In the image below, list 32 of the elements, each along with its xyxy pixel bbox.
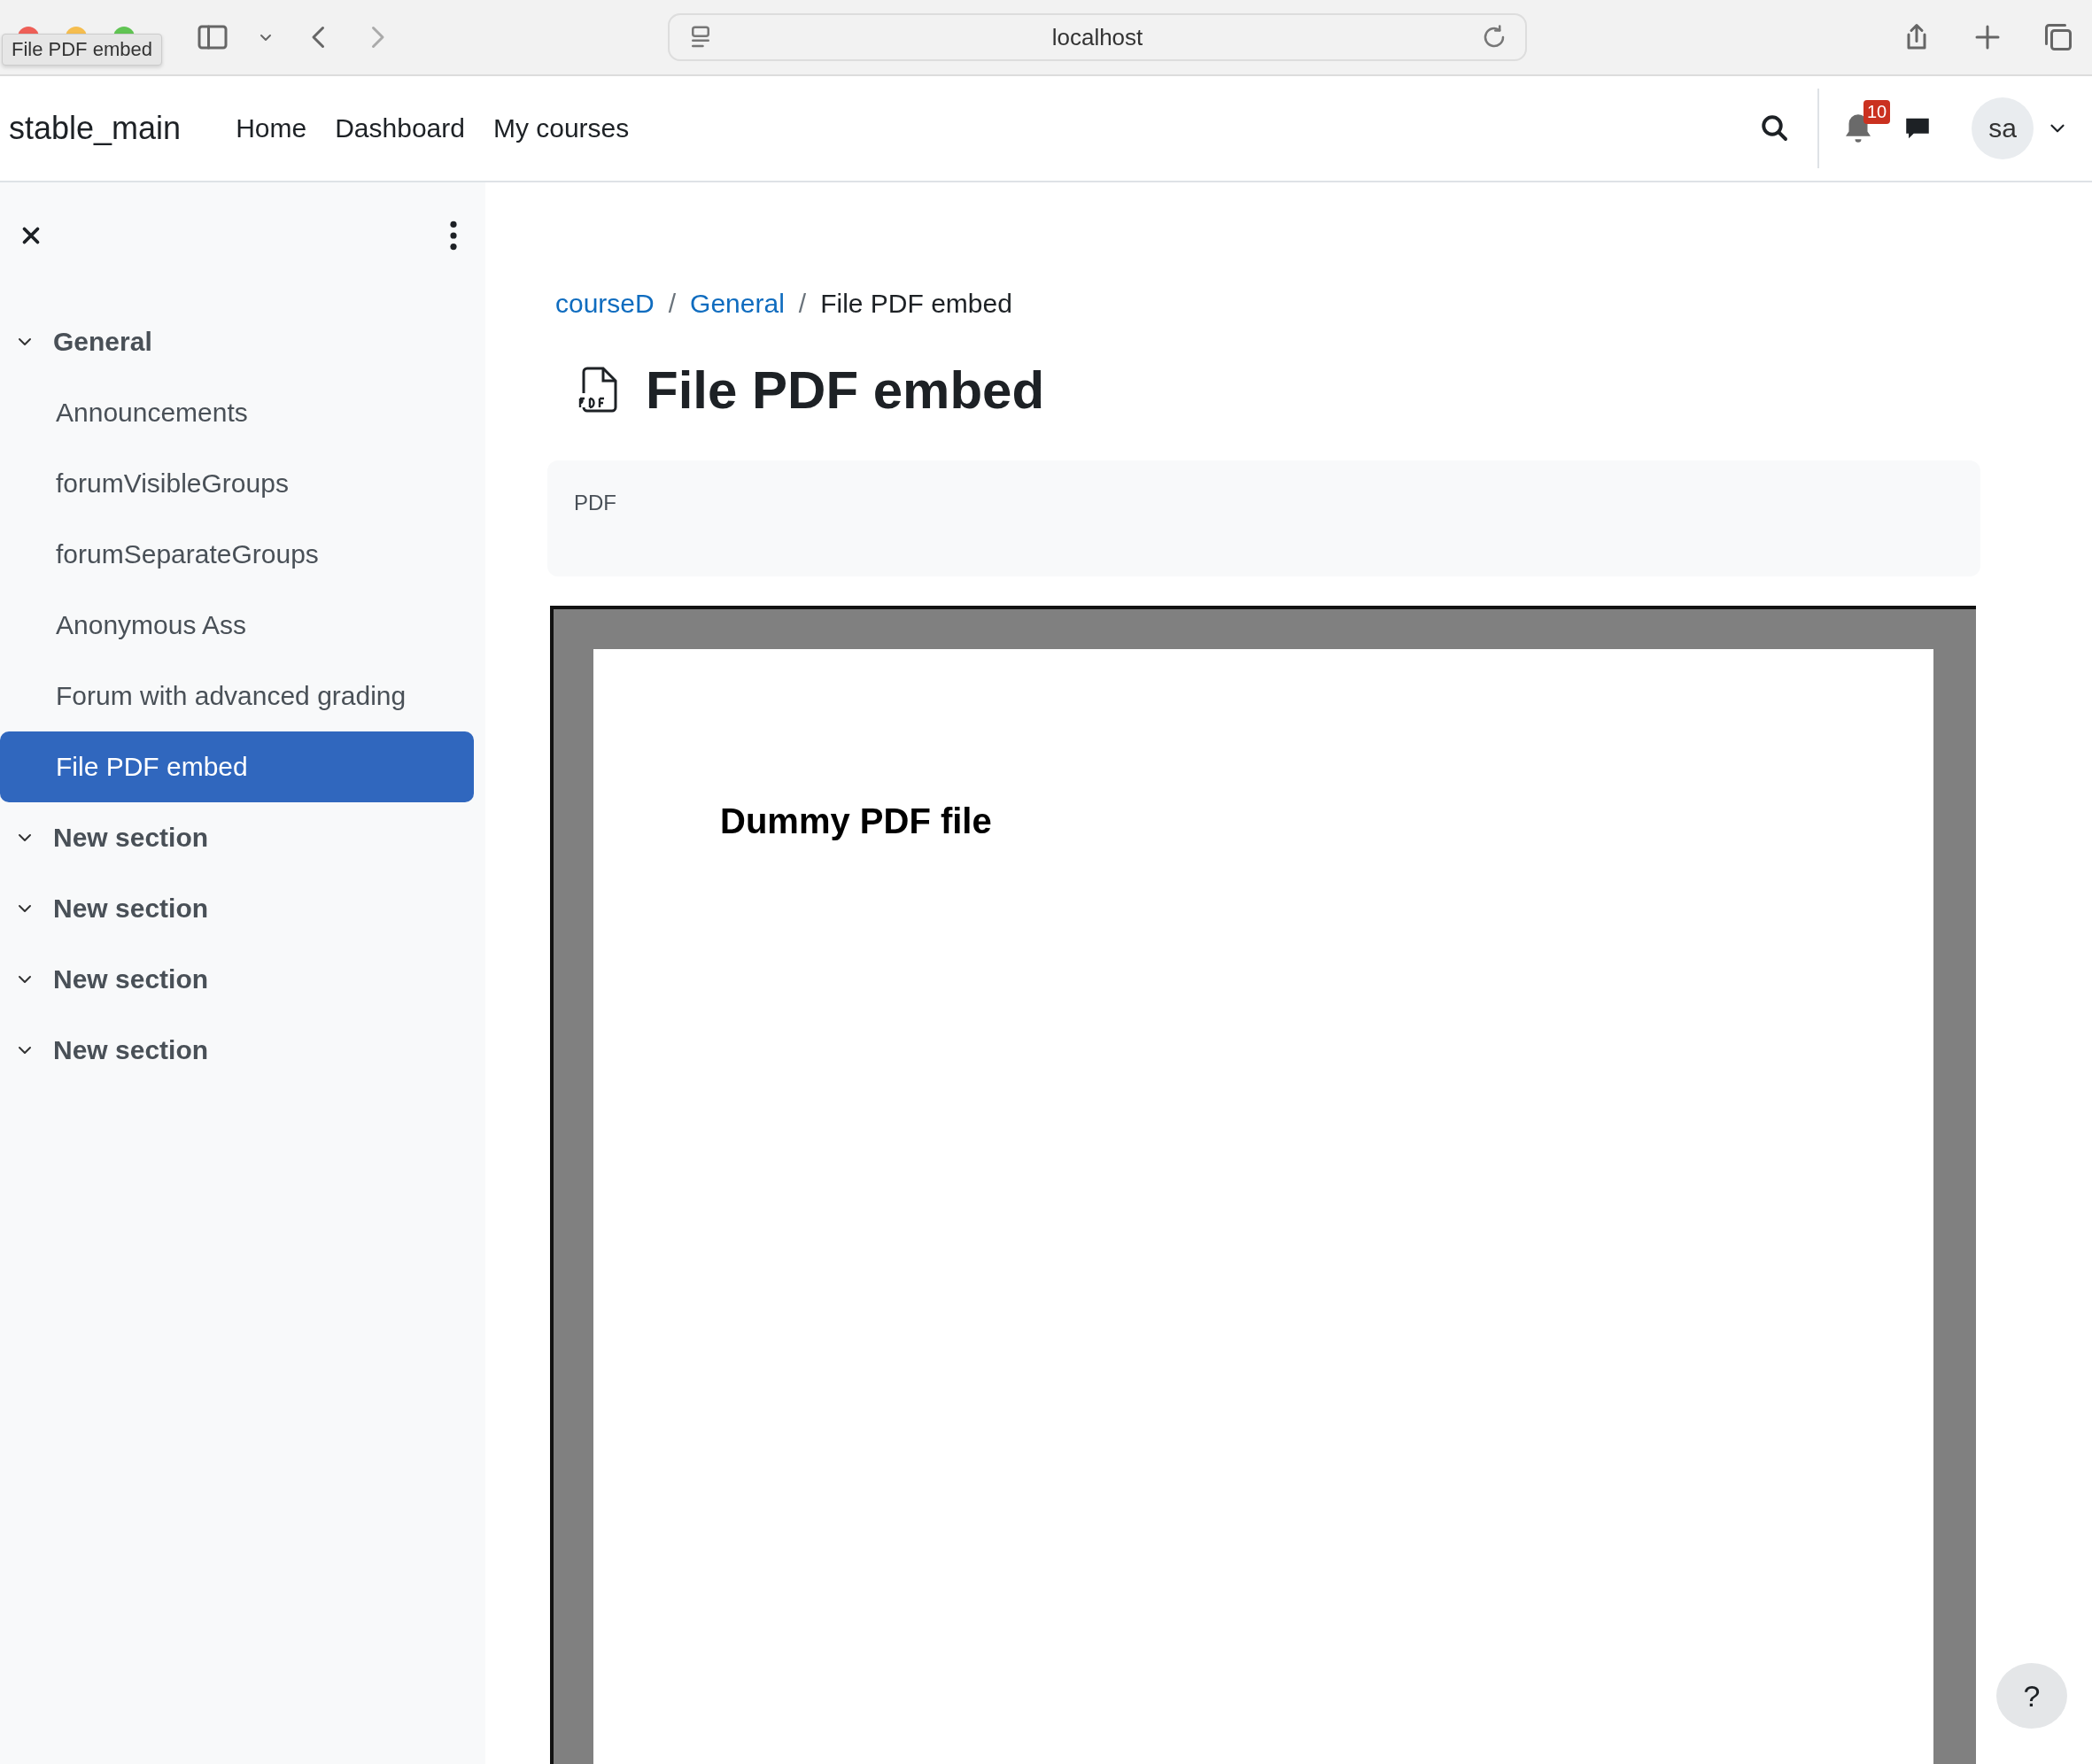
site-name[interactable]: stable_main [9,110,182,147]
pdf-file-icon [578,367,619,413]
user-avatar[interactable]: sa [1972,97,2034,159]
tabs-icon[interactable] [2042,21,2074,53]
activity-link[interactable]: Forum with advanced grading [0,661,474,731]
help-button[interactable]: ? [1996,1663,2067,1729]
section-title[interactable]: New section [53,1035,209,1065]
page-title: File PDF embed [646,359,1045,421]
description-text: PDF [574,491,616,514]
section-title[interactable]: New section [53,823,209,853]
activity-link[interactable]: forumVisibleGroups [0,448,474,519]
breadcrumb-link[interactable]: courseD [555,289,655,319]
nav-link[interactable]: Home [236,113,307,143]
pdf-heading: Dummy PDF file [720,801,992,840]
activity-link[interactable]: File PDF embed [0,731,474,802]
activity-link[interactable]: forumSeparateGroups [0,519,474,590]
section-title[interactable]: General [53,327,152,357]
more-options-icon[interactable] [448,220,459,251]
address-bar[interactable]: localhost [668,13,1527,61]
breadcrumb-current-page[interactable]: File PDF embed [820,289,1012,319]
tab-tooltip: File PDF embed [2,34,162,66]
nav-link[interactable]: My courses [492,113,630,143]
activity-link[interactable]: Anonymous Ass [0,590,474,661]
url-text: localhost [1051,23,1143,51]
section-title[interactable]: New section [53,964,209,994]
section-title[interactable]: New section [53,894,209,924]
breadcrumb-separator: / [798,289,807,319]
breadcrumb-separator: / [668,289,677,319]
nav-link[interactable]: Dashboard [335,113,465,143]
breadcrumb-link[interactable]: General [690,289,785,319]
activity-link[interactable]: Announcements [0,377,474,448]
notification-count: 10 [1863,100,1891,124]
